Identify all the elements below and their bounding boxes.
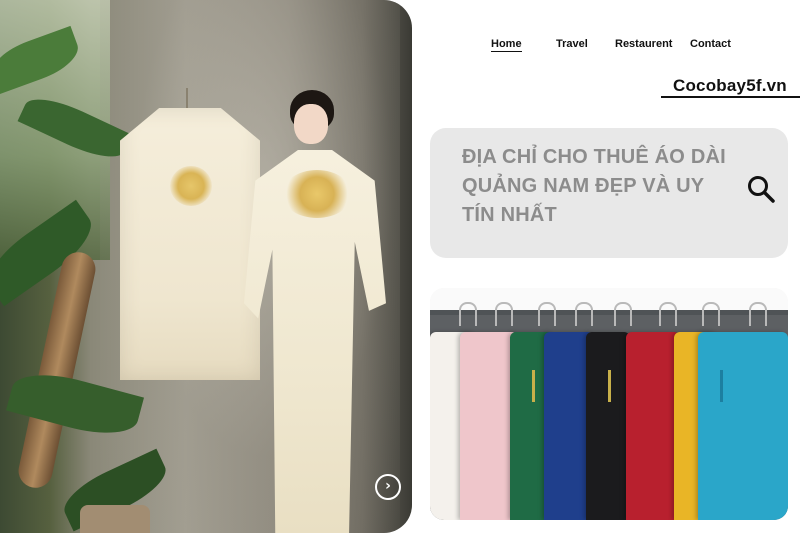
chevron-right-icon: › (385, 478, 391, 494)
next-slide-button[interactable]: › (375, 474, 401, 500)
nav-contact[interactable]: Contact (690, 38, 731, 50)
site-brand[interactable]: Cocobay5f.vn (673, 76, 787, 96)
tassel (608, 370, 611, 402)
hanger-hook (575, 302, 593, 326)
hanger-hook (495, 302, 513, 326)
nav-restaurent[interactable]: Restaurent (615, 38, 672, 50)
hanger-hook (702, 302, 720, 326)
hanger-hook (614, 302, 632, 326)
search-card: ĐỊA CHỈ CHO THUÊ ÁO DÀI QUẢNG NAM ĐẸP VÀ… (430, 128, 788, 258)
hanger-hook (459, 302, 477, 326)
hanger-hook (538, 302, 556, 326)
gold-embroidery (282, 170, 352, 218)
top-nav: Home Travel Restaurent Contact (0, 38, 800, 56)
stone-pot (80, 505, 150, 533)
hanger (186, 88, 188, 110)
nav-home[interactable]: Home (491, 38, 522, 52)
model-face (294, 104, 328, 144)
ao-dai-garment (626, 332, 680, 520)
tassel (532, 370, 535, 402)
hanging-mens-ao-dai (120, 108, 260, 380)
products-photo (430, 288, 788, 520)
clothing-rail (430, 310, 788, 315)
hanger-hook (659, 302, 677, 326)
brand-underline (661, 96, 800, 98)
hero-photo: › (0, 0, 412, 533)
ao-dai-garment (698, 332, 788, 520)
gold-embroidery (170, 166, 212, 206)
nav-travel[interactable]: Travel (556, 38, 588, 50)
ao-dai-garment (586, 332, 630, 520)
hanger-hook (749, 302, 767, 326)
search-icon[interactable] (746, 174, 776, 204)
tassel (720, 370, 723, 402)
search-title: ĐỊA CHỈ CHO THUÊ ÁO DÀI QUẢNG NAM ĐẸP VÀ… (462, 146, 726, 226)
